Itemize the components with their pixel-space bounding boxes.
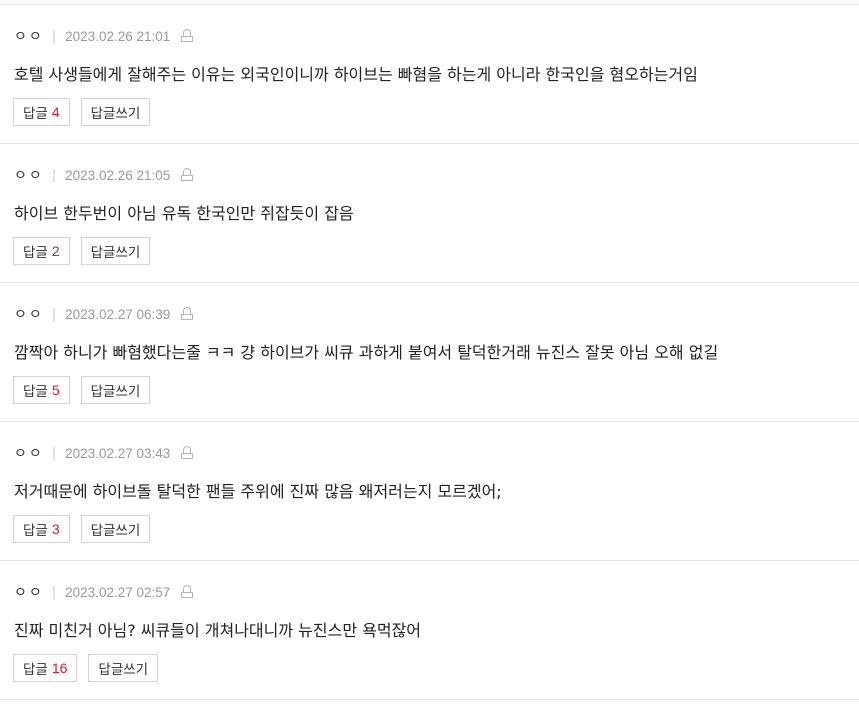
reply-label: 답글: [23, 106, 48, 122]
reply-label: 답글: [23, 662, 48, 678]
comment-item: ㅇㅇ | 2023.02.26 21:05 하이브 한두번이 아님 유독 한국인…: [0, 144, 859, 283]
write-reply-button[interactable]: 답글쓰기: [80, 376, 151, 404]
reply-count-button[interactable]: 답글 16: [13, 654, 78, 682]
reply-count: 5: [51, 382, 60, 398]
comment-meta: ㅇㅇ | 2023.02.26 21:01: [14, 26, 194, 46]
lock-icon: [181, 307, 194, 321]
reply-count-button[interactable]: 답글 2: [13, 237, 70, 265]
reply-count-button[interactable]: 답글 3: [13, 515, 70, 543]
comment-meta: ㅇㅇ | 2023.02.27 06:39: [14, 304, 194, 324]
reply-label: 답글: [23, 245, 48, 261]
write-reply-button[interactable]: 답글쓰기: [80, 98, 151, 126]
write-reply-button[interactable]: 답글쓰기: [80, 515, 151, 543]
comment-author[interactable]: ㅇㅇ: [14, 582, 44, 602]
reply-label: 답글: [23, 523, 48, 539]
comment-item: ㅇㅇ | 2023.02.27 03:43 저거때문에 하이브돌 탈덕한 팬들 …: [0, 422, 859, 561]
comment-date: 2023.02.27 02:57: [65, 584, 171, 600]
lock-icon: [181, 168, 194, 182]
reply-count: 3: [51, 521, 60, 537]
reply-count: 4: [51, 104, 60, 120]
comment-author[interactable]: ㅇㅇ: [14, 304, 44, 324]
comment-date: 2023.02.27 03:43: [65, 445, 171, 461]
comment-author[interactable]: ㅇㅇ: [14, 443, 44, 463]
comment-item: ㅇㅇ | 2023.02.27 02:57 진짜 미친거 아님? 씨큐들이 개쳐…: [0, 561, 859, 700]
comment-author[interactable]: ㅇㅇ: [14, 26, 44, 46]
meta-separator: |: [51, 28, 57, 44]
comment-text: 진짜 미친거 아님? 씨큐들이 개쳐나대니까 뉴진스만 욕먹잖어: [14, 621, 422, 640]
lock-icon: [181, 585, 194, 599]
write-reply-button[interactable]: 답글쓰기: [88, 654, 159, 682]
comment-actions: 답글 16 답글쓰기: [13, 654, 159, 682]
reply-count: 2: [51, 243, 60, 259]
comment-meta: ㅇㅇ | 2023.02.26 21:05: [14, 165, 194, 185]
comment-actions: 답글 2 답글쓰기: [13, 237, 151, 265]
reply-count-button[interactable]: 답글 4: [13, 98, 70, 126]
comment-item: ㅇㅇ | 2023.02.26 21:01 호텔 사생들에게 잘해주는 이유는 …: [0, 5, 859, 144]
comment-actions: 답글 3 답글쓰기: [13, 515, 151, 543]
meta-separator: |: [51, 167, 57, 183]
comment-text: 저거때문에 하이브돌 탈덕한 팬들 주위에 진짜 많음 왜저러는지 모르겠어;: [14, 482, 502, 501]
comment-actions: 답글 5 답글쓰기: [13, 376, 151, 404]
comment-text: 깜짝아 하니가 빠혐했다는줄 ㅋㅋ 걍 하이브가 씨큐 과하게 붙여서 탈덕한거…: [14, 343, 719, 362]
meta-separator: |: [51, 584, 57, 600]
comment-date: 2023.02.26 21:05: [65, 167, 171, 183]
comment-date: 2023.02.27 06:39: [65, 306, 171, 322]
reply-count: 16: [51, 660, 68, 676]
comment-author[interactable]: ㅇㅇ: [14, 165, 44, 185]
comment-actions: 답글 4 답글쓰기: [13, 98, 151, 126]
comment-meta: ㅇㅇ | 2023.02.27 02:57: [14, 582, 194, 602]
write-reply-button[interactable]: 답글쓰기: [80, 237, 151, 265]
comment-date: 2023.02.26 21:01: [65, 28, 171, 44]
reply-label: 답글: [23, 384, 48, 400]
comment-text: 하이브 한두번이 아님 유독 한국인만 쥐잡듯이 잡음: [14, 204, 354, 223]
comment-list: ㅇㅇ | 2023.02.26 21:01 호텔 사생들에게 잘해주는 이유는 …: [0, 5, 859, 700]
comment-meta: ㅇㅇ | 2023.02.27 03:43: [14, 443, 194, 463]
lock-icon: [181, 29, 194, 43]
lock-icon: [181, 446, 194, 460]
reply-count-button[interactable]: 답글 5: [13, 376, 70, 404]
comment-item: ㅇㅇ | 2023.02.27 06:39 깜짝아 하니가 빠혐했다는줄 ㅋㅋ …: [0, 283, 859, 422]
comment-text: 호텔 사생들에게 잘해주는 이유는 외국인이니까 하이브는 빠혐을 하는게 아니…: [14, 65, 698, 84]
meta-separator: |: [51, 306, 57, 322]
meta-separator: |: [51, 445, 57, 461]
